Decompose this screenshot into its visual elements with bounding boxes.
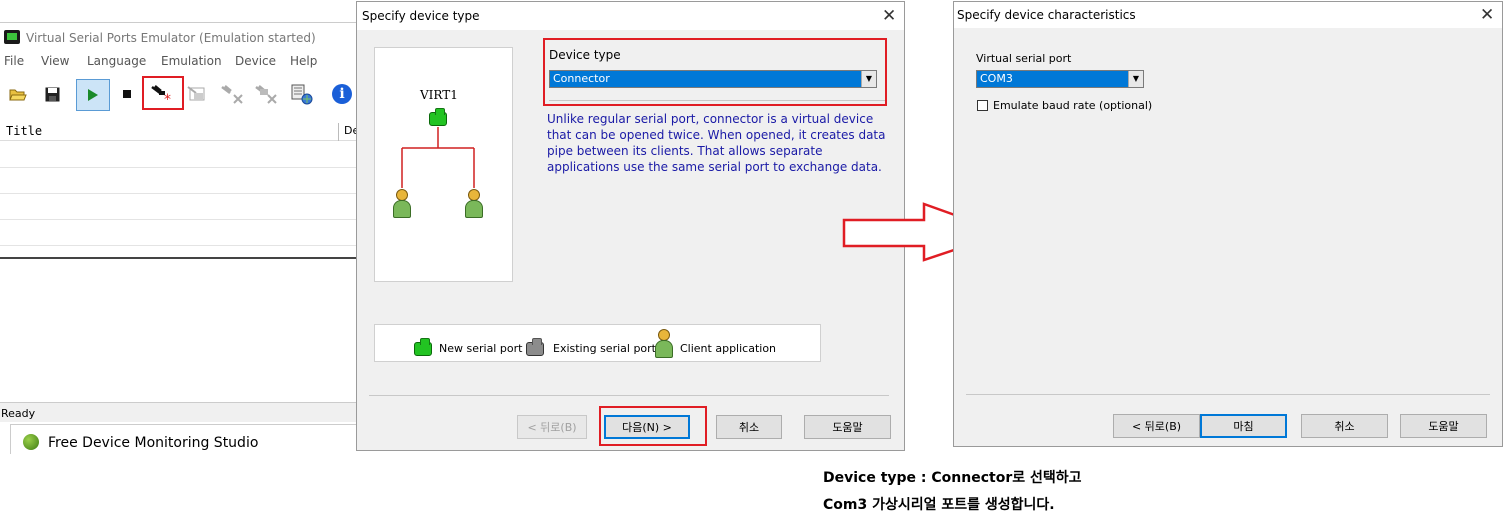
legend-existing-port: Existing serial port <box>553 342 656 355</box>
client-app-icon <box>463 189 485 219</box>
list-row <box>0 193 358 194</box>
column-header-title[interactable]: Title <box>6 124 42 138</box>
highlight-next-button <box>599 406 707 446</box>
button-separator <box>966 394 1490 395</box>
highlight-new-device <box>142 76 184 110</box>
main-window-title: Virtual Serial Ports Emulator (Emulation… <box>26 31 316 45</box>
virtual-port-value: COM3 <box>980 72 1013 85</box>
client-app-icon <box>391 189 413 219</box>
new-serial-port-icon <box>414 338 432 356</box>
device-type-description: Unlike regular serial port, connector is… <box>547 112 886 174</box>
status-text: Ready <box>1 407 36 420</box>
diagram-connector-lines <box>401 127 475 188</box>
network-icon[interactable] <box>290 82 314 106</box>
finish-button[interactable]: 마침 <box>1200 414 1287 438</box>
device-type-dialog-title: Specify device type <box>362 9 480 23</box>
list-row <box>0 219 358 220</box>
virtual-port-select[interactable]: COM3 ▼ <box>976 70 1144 88</box>
main-window-titlebar: Virtual Serial Ports Emulator (Emulation… <box>0 25 358 51</box>
save-icon[interactable] <box>40 82 64 106</box>
client-app-icon <box>653 329 675 359</box>
device-type-dialog: Specify device type ✕ VIRT1 Device type … <box>356 1 905 451</box>
device-characteristics-dialog: Specify device characteristics ✕ Virtual… <box>953 1 1503 447</box>
highlight-device-type <box>543 38 887 106</box>
device-list: Title De <box>0 123 359 259</box>
caption-line-2: Com3 가상시리얼 포트를 생성합니다. <box>823 497 1055 513</box>
taskbar-item-label: Free Device Monitoring Studio <box>48 435 259 451</box>
app-icon <box>4 30 20 44</box>
menu-view[interactable]: View <box>41 54 69 68</box>
open-folder-icon[interactable] <box>6 82 30 106</box>
menu-emulation[interactable]: Emulation <box>161 54 222 68</box>
cancel-button[interactable]: 취소 <box>716 415 782 439</box>
back-button[interactable]: < 뒤로(B) <box>1113 414 1200 438</box>
monitor-studio-icon <box>23 434 39 450</box>
help-button[interactable]: 도움말 <box>804 415 891 439</box>
button-separator <box>369 395 889 396</box>
list-header: Title De <box>0 123 359 141</box>
legend-client-app: Client application <box>680 342 777 355</box>
column-divider[interactable] <box>338 123 339 141</box>
chevron-down-icon[interactable]: ▼ <box>1128 71 1143 87</box>
emulate-baud-checkbox[interactable] <box>977 100 988 111</box>
remove-device-icon <box>254 82 278 106</box>
menu-file[interactable]: File <box>4 54 24 68</box>
device-characteristics-titlebar: Specify device characteristics ✕ <box>954 2 1502 28</box>
legend-panel: New serial port Existing serial port Cli… <box>374 324 821 362</box>
virtual-port-label: Virtual serial port <box>976 52 1072 65</box>
menu-language[interactable]: Language <box>87 54 146 68</box>
list-row <box>0 245 358 246</box>
status-bar: Ready <box>0 402 358 422</box>
device-type-titlebar: Specify device type ✕ <box>357 2 904 30</box>
emulate-baud-label[interactable]: Emulate baud rate (optional) <box>993 99 1152 112</box>
close-icon[interactable]: ✕ <box>1480 7 1494 24</box>
legend-new-port: New serial port <box>439 342 523 355</box>
close-icon[interactable]: ✕ <box>882 8 896 25</box>
back-button[interactable]: < 뒤로(B) <box>517 415 587 439</box>
device-properties-icon <box>186 82 210 106</box>
menu-help[interactable]: Help <box>290 54 317 68</box>
info-icon[interactable]: i <box>330 82 354 106</box>
caption-line-1: Device type : Connector로 선택하고 <box>823 470 1082 486</box>
play-icon <box>88 89 98 101</box>
device-diagram: VIRT1 <box>374 47 513 282</box>
taskbar-item[interactable]: Free Device Monitoring Studio <box>10 424 358 454</box>
delete-device-icon <box>220 82 244 106</box>
help-button[interactable]: 도움말 <box>1400 414 1487 438</box>
device-characteristics-dialog-title: Specify device characteristics <box>957 8 1136 22</box>
play-button[interactable] <box>76 79 110 111</box>
menu-device[interactable]: Device <box>235 54 276 68</box>
stop-icon[interactable] <box>115 82 139 106</box>
cancel-button[interactable]: 취소 <box>1301 414 1388 438</box>
list-row <box>0 167 358 168</box>
existing-serial-port-icon <box>526 338 544 356</box>
